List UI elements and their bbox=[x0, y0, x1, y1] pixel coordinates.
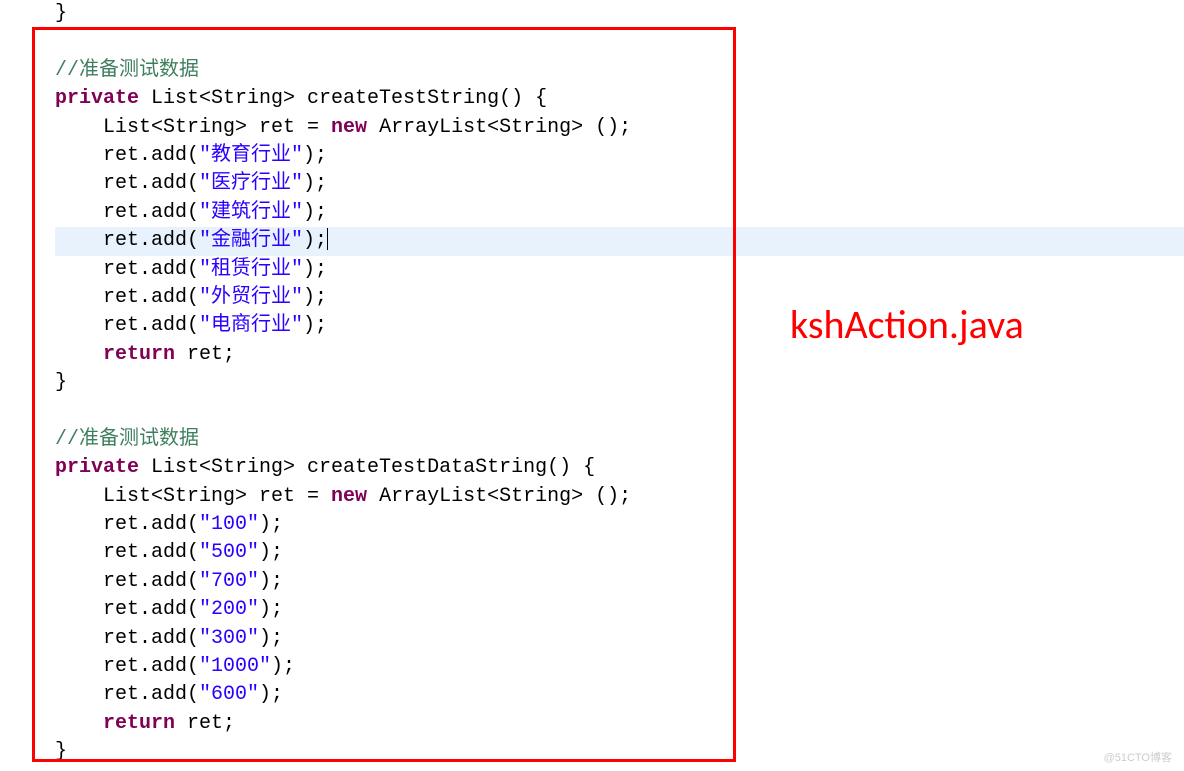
watermark: @51CTO博客 bbox=[1104, 749, 1172, 765]
filename-label: kshAction.java bbox=[790, 300, 1024, 349]
code-line: } bbox=[55, 0, 1184, 28]
highlight-box bbox=[32, 27, 736, 762]
